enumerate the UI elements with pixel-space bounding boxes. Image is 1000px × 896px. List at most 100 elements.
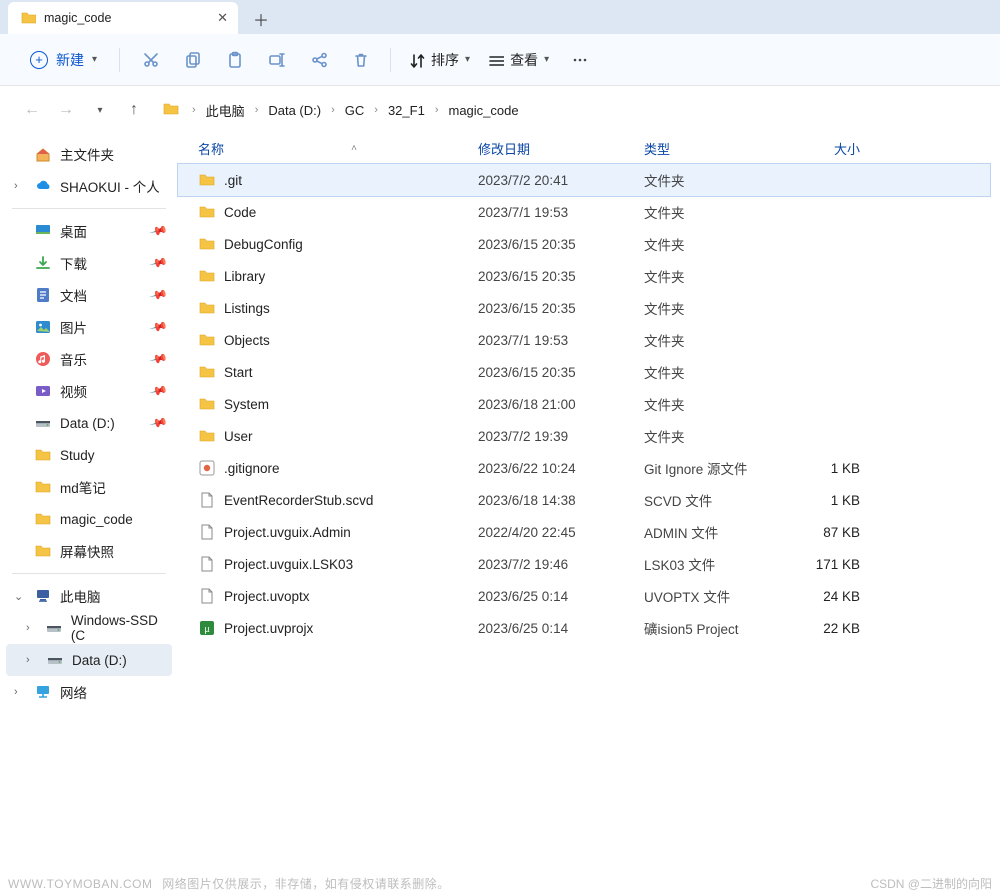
recent-locations-button[interactable]: ▾: [86, 96, 114, 124]
pin-icon: 📌: [149, 317, 169, 337]
breadcrumb-item[interactable]: 32_F1: [386, 101, 427, 120]
sidebar-quick-item[interactable]: Study: [6, 439, 172, 471]
view-dropdown[interactable]: 查看 ▾: [480, 50, 557, 70]
sidebar-item-drive[interactable]: › Windows-SSD (C: [6, 612, 172, 644]
sort-dropdown[interactable]: 排序 ▾: [401, 50, 478, 70]
file-icon: [198, 587, 216, 605]
close-tab-button[interactable]: ✕: [217, 10, 228, 26]
file-row[interactable]: EventRecorderStub.scvd2023/6/18 14:38SCV…: [178, 484, 990, 516]
folder-icon: [198, 235, 216, 253]
watermark-text: 网络图片仅供展示，非存储，如有侵权请联系删除。: [162, 877, 450, 891]
sidebar-quick-item[interactable]: 文档📌: [6, 279, 172, 311]
chevron-down-icon: ▾: [544, 54, 549, 65]
rename-button[interactable]: [256, 42, 296, 78]
breadcrumb-item[interactable]: 此电脑: [204, 99, 247, 122]
chevron-down-icon: ▾: [465, 54, 470, 65]
column-headers: 名称 ˄ 修改日期 类型 大小: [178, 134, 990, 164]
forward-button[interactable]: →: [52, 96, 80, 124]
sidebar-item-this-pc[interactable]: ⌄ 此电脑: [6, 580, 172, 612]
sidebar-quick-item[interactable]: Data (D:)📌: [6, 407, 172, 439]
pin-icon: 📌: [149, 349, 169, 369]
column-header-name[interactable]: 名称 ˄: [178, 139, 478, 158]
file-name: Objects: [224, 333, 270, 348]
file-name: Start: [224, 365, 253, 380]
file-date: 2023/6/22 10:24: [478, 461, 644, 476]
delete-button[interactable]: [340, 42, 380, 78]
chevron-right-icon: ›: [26, 622, 37, 634]
copy-button[interactable]: [172, 42, 212, 78]
paste-button[interactable]: [214, 42, 254, 78]
sidebar-quick-item[interactable]: 桌面📌: [6, 215, 172, 247]
breadcrumb-item[interactable]: Data (D:): [266, 101, 323, 120]
folder-icon: [34, 446, 52, 464]
file-row[interactable]: DebugConfig2023/6/15 20:35文件夹: [178, 228, 990, 260]
file-row[interactable]: System2023/6/18 21:00文件夹: [178, 388, 990, 420]
sidebar-quick-item[interactable]: 图片📌: [6, 311, 172, 343]
file-row[interactable]: .git2023/7/2 20:41文件夹: [178, 164, 990, 196]
file-row[interactable]: Objects2023/7/1 19:53文件夹: [178, 324, 990, 356]
file-row[interactable]: Code2023/7/1 19:53文件夹: [178, 196, 990, 228]
breadcrumb-item[interactable]: GC: [343, 101, 367, 120]
column-header-date[interactable]: 修改日期: [478, 139, 644, 158]
folder-icon: [198, 171, 216, 189]
file-list: 名称 ˄ 修改日期 类型 大小 .git2023/7/2 20:41文件夹Cod…: [178, 134, 1000, 872]
sidebar-item-onedrive[interactable]: › SHAOKUI - 个人: [6, 170, 172, 202]
file-row[interactable]: Project.uvoptx2023/6/25 0:14UVOPTX 文件24 …: [178, 580, 990, 612]
sidebar-item-drive[interactable]: › Data (D:): [6, 644, 172, 676]
video-icon: [34, 382, 52, 400]
new-tab-button[interactable]: ＋: [244, 4, 278, 34]
sidebar-quick-item[interactable]: md笔记: [6, 471, 172, 503]
sidebar-quick-item[interactable]: 下载📌: [6, 247, 172, 279]
tab-active[interactable]: magic_code ✕: [8, 2, 238, 34]
sidebar-item-home[interactable]: 主文件夹: [6, 138, 172, 170]
file-row[interactable]: Listings2023/6/15 20:35文件夹: [178, 292, 990, 324]
breadcrumb-item[interactable]: magic_code: [446, 101, 520, 120]
up-button[interactable]: ↑: [120, 96, 148, 124]
folder-icon: [198, 331, 216, 349]
download-icon: [34, 254, 52, 272]
sidebar-item-label: md笔记: [60, 477, 106, 497]
tab-bar: magic_code ✕ ＋: [0, 0, 1000, 34]
sidebar-item-label: magic_code: [60, 512, 133, 527]
sidebar-item-label: Data (D:): [60, 416, 115, 431]
file-row[interactable]: Project.uvguix.LSK032023/7/2 19:46LSK03 …: [178, 548, 990, 580]
back-button[interactable]: ←: [18, 96, 46, 124]
folder-icon: [198, 363, 216, 381]
column-header-size[interactable]: 大小: [788, 139, 868, 158]
sidebar-quick-item[interactable]: 视频📌: [6, 375, 172, 407]
sidebar-item-label: 屏幕快照: [60, 541, 114, 561]
folder-icon: [34, 542, 52, 560]
file-row[interactable]: User2023/7/2 19:39文件夹: [178, 420, 990, 452]
folder-icon: [34, 478, 52, 496]
column-header-type[interactable]: 类型: [644, 139, 788, 158]
sidebar-item-label: 下载: [60, 253, 87, 273]
folder-icon: [20, 9, 36, 28]
sidebar-quick-item[interactable]: 音乐 📌: [6, 343, 172, 375]
file-row[interactable]: Project.uvprojx2023/6/25 0:14礦ision5 Pro…: [178, 612, 990, 644]
network-icon: [34, 683, 52, 701]
file-size: 87 KB: [788, 525, 868, 540]
sidebar-item-label: 桌面: [60, 221, 87, 241]
more-button[interactable]: [559, 42, 599, 78]
share-button[interactable]: [298, 42, 338, 78]
chevron-right-icon: ›: [14, 686, 26, 698]
file-name: Code: [224, 205, 256, 220]
tab-title: magic_code: [44, 11, 209, 25]
file-name: .gitignore: [224, 461, 280, 476]
separator: [12, 573, 166, 574]
sidebar-quick-item[interactable]: 屏幕快照: [6, 535, 172, 567]
sidebar-quick-item[interactable]: magic_code: [6, 503, 172, 535]
new-button[interactable]: + 新建 ▾: [18, 44, 109, 76]
sidebar-item-label: Study: [60, 448, 95, 463]
cut-button[interactable]: [130, 42, 170, 78]
file-date: 2023/6/18 21:00: [478, 397, 644, 412]
sidebar-item-label: SHAOKUI - 个人: [60, 176, 160, 196]
file-row[interactable]: .gitignore2023/6/22 10:24Git Ignore 源文件1…: [178, 452, 990, 484]
sidebar-item-network[interactable]: › 网络: [6, 676, 172, 708]
watermark-footer: WWW.TOYMOBAN.COM 网络图片仅供展示，非存储，如有侵权请联系删除。…: [8, 875, 992, 892]
file-row[interactable]: Start2023/6/15 20:35文件夹: [178, 356, 990, 388]
file-row[interactable]: Project.uvguix.Admin2022/4/20 22:45ADMIN…: [178, 516, 990, 548]
sidebar-item-label: 音乐: [60, 349, 87, 369]
folder-icon: [198, 267, 216, 285]
file-row[interactable]: Library2023/6/15 20:35文件夹: [178, 260, 990, 292]
